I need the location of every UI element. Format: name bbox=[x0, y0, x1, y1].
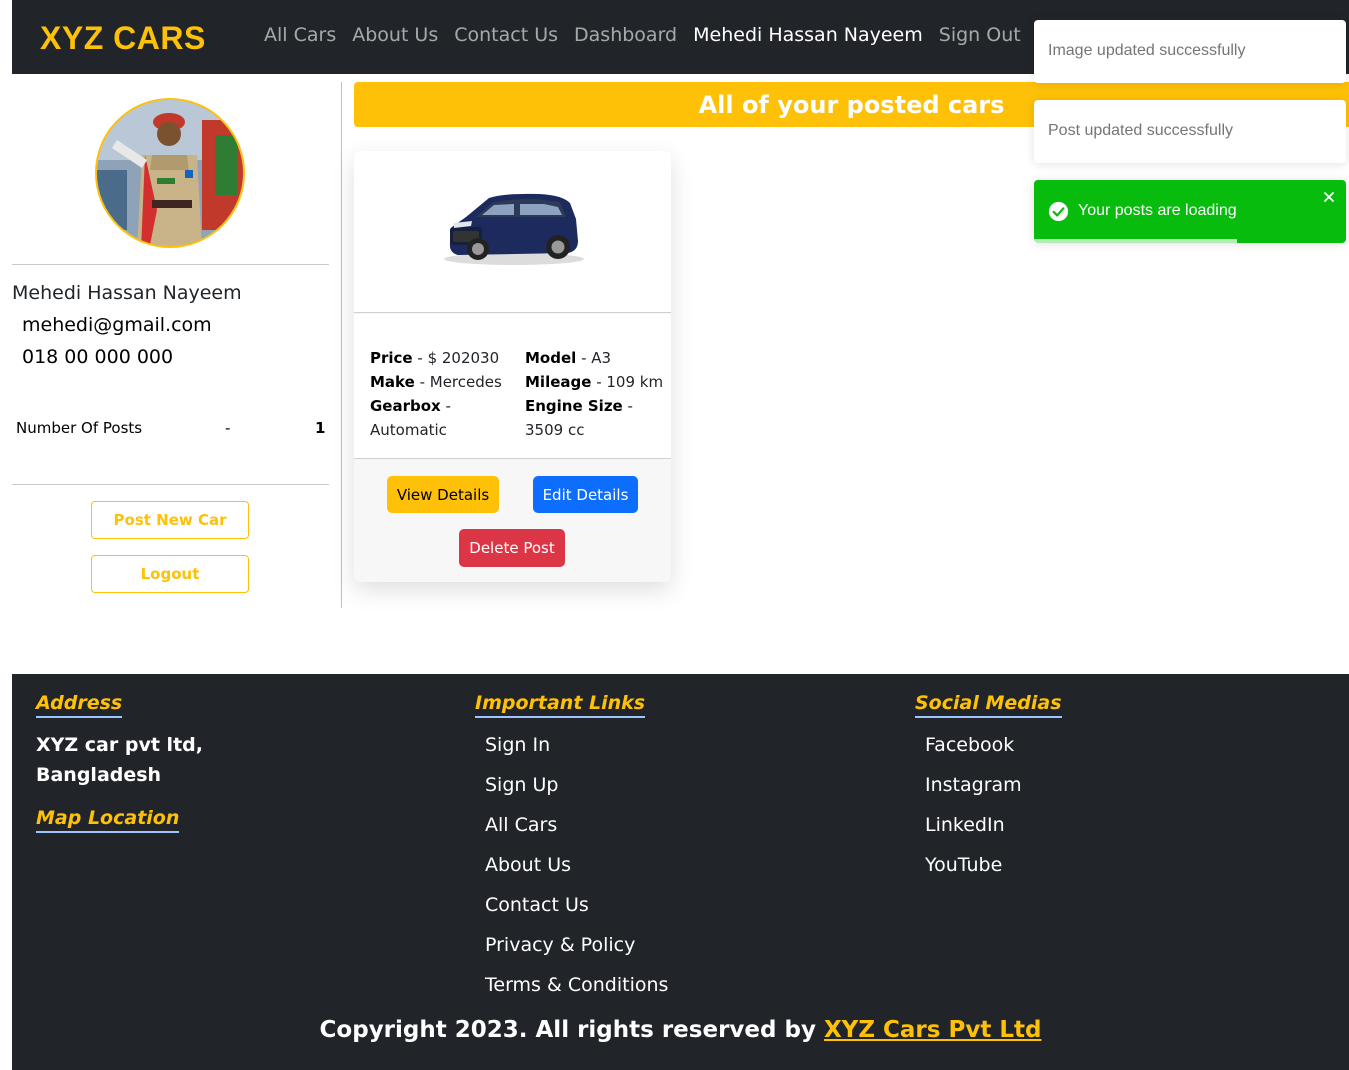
nav-link-dashboard[interactable]: Dashboard bbox=[574, 24, 677, 46]
copyright-text: Copyright 2023. All rights reserved by bbox=[319, 1017, 824, 1043]
profile-divider-bottom bbox=[12, 484, 329, 485]
car-gearbox: Gearbox - Automatic bbox=[370, 397, 451, 439]
profile-divider-top bbox=[12, 264, 329, 265]
footer-link-sign-up[interactable]: Sign Up bbox=[485, 774, 558, 796]
car-engine-size: Engine Size -3509 cc bbox=[525, 397, 633, 439]
check-circle-icon bbox=[1048, 201, 1069, 222]
footer-address-line1: XYZ car pvt ltd, bbox=[36, 734, 203, 756]
footer-link-all-cars[interactable]: All Cars bbox=[485, 814, 557, 836]
footer-social-heading: Social Medias bbox=[915, 692, 1062, 718]
profile-sidebar: Mehedi Hassan Nayeem mehedi@gmail.com 01… bbox=[12, 82, 330, 608]
nav-link-user-profile[interactable]: Mehedi Hassan Nayeem bbox=[693, 24, 923, 46]
toast-notification-success[interactable]: Your posts are loading bbox=[1034, 180, 1346, 243]
footer-link-terms-conditions[interactable]: Terms & Conditions bbox=[485, 974, 668, 996]
footer-social-youtube[interactable]: YouTube bbox=[925, 854, 1002, 876]
toast-notification[interactable]: Image updated successfully bbox=[1034, 20, 1346, 83]
posts-count-label: Number Of Posts bbox=[16, 419, 143, 437]
toast-message: Your posts are loading bbox=[1078, 202, 1237, 219]
brand-logo[interactable]: XYZ CARS bbox=[40, 20, 206, 57]
footer-social-instagram[interactable]: Instagram bbox=[925, 774, 1022, 796]
sidebar-vertical-divider bbox=[341, 82, 342, 608]
nav-links: All Cars About Us Contact Us Dashboard M… bbox=[264, 24, 1021, 46]
profile-email: mehedi@gmail.com bbox=[22, 314, 212, 336]
edit-details-button[interactable]: Edit Details bbox=[533, 476, 638, 513]
profile-name: Mehedi Hassan Nayeem bbox=[12, 282, 242, 304]
avatar-photo-icon bbox=[97, 100, 243, 246]
posts-count-value: 1 bbox=[315, 419, 326, 437]
footer-address-line2: Bangladesh bbox=[36, 764, 162, 786]
profile-phone: 018 00 000 000 bbox=[22, 346, 174, 368]
view-details-button[interactable]: View Details bbox=[387, 476, 499, 513]
car-model: Model - A3 bbox=[525, 349, 612, 367]
footer-link-privacy-policy[interactable]: Privacy & Policy bbox=[485, 934, 635, 956]
toast-notification[interactable]: Post updated successfully bbox=[1034, 100, 1346, 163]
car-image-icon bbox=[444, 193, 584, 265]
footer-social-facebook[interactable]: Facebook bbox=[925, 734, 1014, 756]
car-image-container bbox=[354, 151, 671, 313]
avatar bbox=[95, 98, 245, 248]
car-specs: Price - $ 202030 Model - A3 Make - Merce… bbox=[354, 314, 671, 459]
footer-social-linkedin[interactable]: LinkedIn bbox=[925, 814, 1005, 836]
nav-link-about-us[interactable]: About Us bbox=[352, 24, 438, 46]
footer-link-contact-us[interactable]: Contact Us bbox=[485, 894, 589, 916]
post-new-car-button[interactable]: Post New Car bbox=[91, 501, 249, 539]
delete-post-button[interactable]: Delete Post bbox=[459, 529, 565, 567]
logout-button[interactable]: Logout bbox=[91, 555, 249, 593]
car-make: Make - Mercedes bbox=[370, 373, 502, 391]
nav-link-all-cars[interactable]: All Cars bbox=[264, 24, 336, 46]
footer-links-heading: Important Links bbox=[475, 692, 646, 718]
footer-link-sign-in[interactable]: Sign In bbox=[485, 734, 550, 756]
close-icon[interactable] bbox=[1322, 190, 1336, 204]
footer-link-about-us[interactable]: About Us bbox=[485, 854, 571, 876]
nav-link-sign-out[interactable]: Sign Out bbox=[939, 24, 1021, 46]
nav-link-contact-us[interactable]: Contact Us bbox=[454, 24, 558, 46]
car-card: Price - $ 202030 Model - A3 Make - Merce… bbox=[354, 151, 671, 582]
toast-message: Post updated successfully bbox=[1048, 122, 1233, 139]
car-mileage: Mileage - 109 km bbox=[525, 373, 664, 391]
site-footer: Address XYZ car pvt ltd, Bangladesh Map … bbox=[12, 674, 1349, 1070]
footer-map-heading[interactable]: Map Location bbox=[36, 807, 180, 833]
toast-message: Image updated successfully bbox=[1048, 42, 1246, 59]
copyright-brand-link[interactable]: XYZ Cars Pvt Ltd bbox=[824, 1017, 1041, 1043]
footer-address-heading: Address bbox=[36, 692, 123, 718]
footer-copyright: Copyright 2023. All rights reserved by X… bbox=[12, 1017, 1349, 1043]
posts-count-separator: - bbox=[225, 419, 231, 437]
toast-progress-bar bbox=[1034, 239, 1237, 243]
car-price: Price - $ 202030 bbox=[370, 349, 500, 367]
